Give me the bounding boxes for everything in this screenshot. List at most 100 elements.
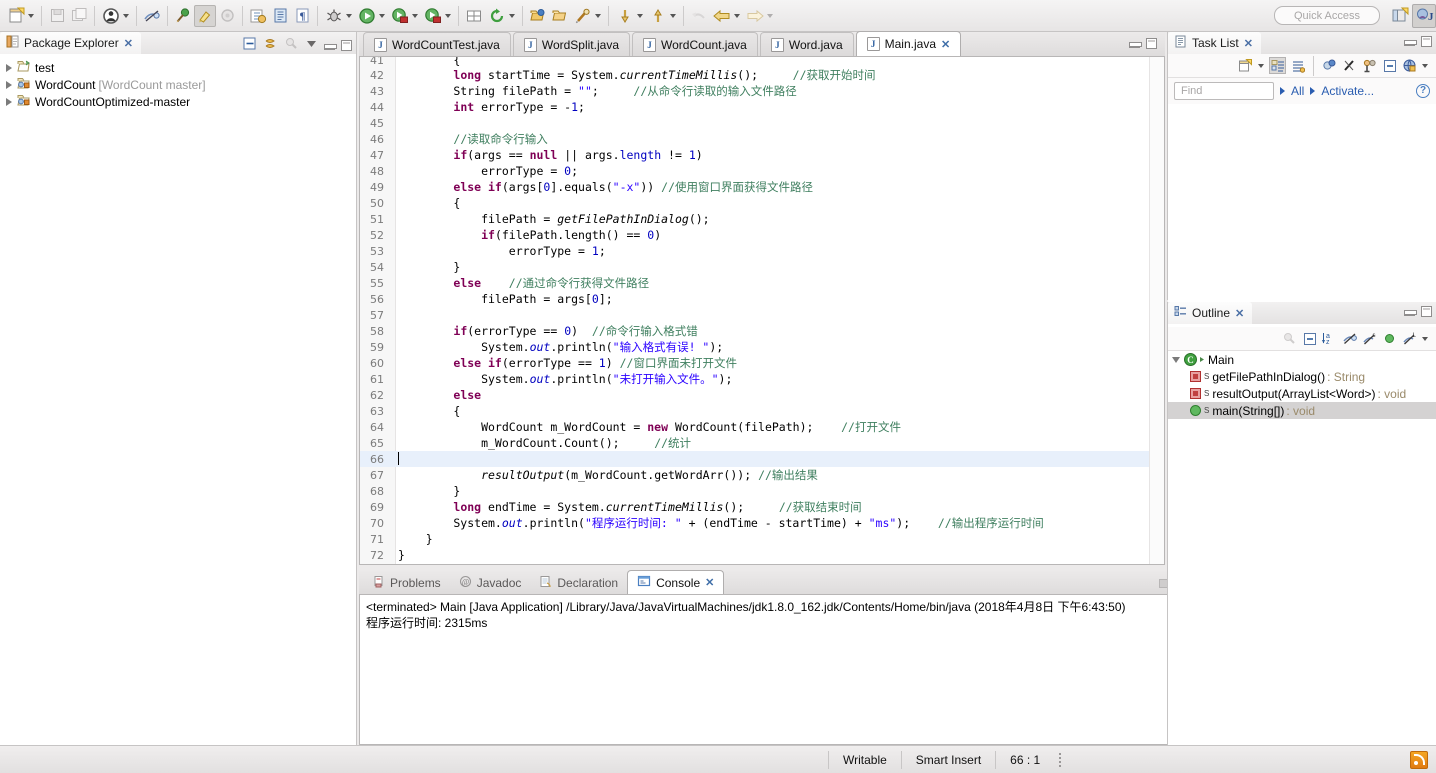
code-line-66[interactable]: 66 <box>360 451 1149 467</box>
task-activate-link[interactable]: Activate... <box>1321 84 1374 98</box>
view-menu-icon[interactable] <box>1422 63 1428 68</box>
next-annotation-icon[interactable] <box>614 5 636 27</box>
activate-arrow-icon[interactable] <box>1310 87 1316 95</box>
code-line-54[interactable]: 54 } <box>360 259 1149 275</box>
highlight-icon[interactable] <box>194 4 216 27</box>
code-line-60[interactable]: 60 else if(errorType == 1) //窗口界面未打开文件 <box>360 355 1149 371</box>
categorized-presentation-icon[interactable] <box>1269 57 1286 74</box>
maximize-icon[interactable] <box>1421 36 1432 47</box>
close-icon[interactable]: ✕ <box>1244 37 1253 50</box>
tab-outline[interactable]: Outline ✕ <box>1168 302 1253 324</box>
code-content[interactable]: 41 {42 long startTime = System.currentTi… <box>360 57 1149 564</box>
previous-annotation-icon[interactable] <box>647 5 669 27</box>
refresh-project-dropdown-arrow[interactable] <box>509 13 515 18</box>
code-line-67[interactable]: 67 resultOutput(m_WordCount.getWordArr()… <box>360 467 1149 483</box>
close-icon[interactable]: ✕ <box>941 38 950 51</box>
minimize-icon[interactable] <box>324 41 337 50</box>
outline-tree[interactable]: C Main SgetFilePathInDialog() : String Sres… <box>1168 351 1436 419</box>
code-line-56[interactable]: 56 filePath = args[0]; <box>360 291 1149 307</box>
code-line-69[interactable]: 69 long endTime = System.currentTimeMill… <box>360 499 1149 515</box>
maximize-icon[interactable] <box>1146 38 1157 49</box>
code-line-55[interactable]: 55 else //通过命令行获得文件路径 <box>360 275 1149 291</box>
code-line-59[interactable]: 59 System.out.println("输入格式有误! "); <box>360 339 1149 355</box>
outline-item-3[interactable]: Smain(String[]) : void <box>1168 402 1436 419</box>
run-dropdown-arrow[interactable] <box>379 13 385 18</box>
code-line-72[interactable]: 72} <box>360 547 1149 563</box>
help-icon[interactable]: ? <box>1416 84 1430 98</box>
user-profile-icon[interactable] <box>100 5 122 27</box>
code-line-43[interactable]: 43 String filePath = ""; //从命令行读取的输入文件路径 <box>360 83 1149 99</box>
editor-tab-wordsplit-java[interactable]: J WordSplit.java <box>512 32 630 56</box>
hide-static-icon[interactable]: s <box>1361 330 1378 347</box>
code-line-65[interactable]: 65 m_WordCount.Count(); //统计 <box>360 435 1149 451</box>
search-dropdown-arrow[interactable] <box>595 13 601 18</box>
editor-tab-wordcount-java[interactable]: J WordCount.java <box>632 32 758 56</box>
editor-tab-wordcounttest-java[interactable]: J WordCountTest.java <box>363 32 511 56</box>
run-icon[interactable] <box>356 5 378 27</box>
back-icon[interactable] <box>711 5 733 27</box>
hide-fields-icon[interactable] <box>141 5 163 27</box>
expand-triangle-icon[interactable] <box>6 80 12 89</box>
code-line-70[interactable]: 70 System.out.println("程序运行时间: " + (endT… <box>360 515 1149 531</box>
undo-history-icon[interactable] <box>688 5 710 27</box>
sort-icon[interactable]: az <box>1321 330 1338 347</box>
status-drag-handle[interactable] <box>1054 751 1066 769</box>
editor-tab-word-java[interactable]: J Word.java <box>759 32 854 56</box>
hide-local-types-icon[interactable]: L <box>1401 330 1418 347</box>
coverage-dropdown-arrow[interactable] <box>412 13 418 18</box>
paragraph-marks-icon[interactable]: ¶ <box>291 5 313 27</box>
code-line-53[interactable]: 53 errorType = 1; <box>360 243 1149 259</box>
back-dropdown-arrow[interactable] <box>734 13 740 18</box>
next-annotation-dropdown-arrow[interactable] <box>637 13 643 18</box>
link-with-editor-icon[interactable] <box>263 36 278 54</box>
refresh-project-icon[interactable] <box>486 5 508 27</box>
maximize-icon[interactable] <box>341 39 352 51</box>
code-line-71[interactable]: 71 } <box>360 531 1149 547</box>
code-line-64[interactable]: 64 WordCount m_WordCount = new WordCount… <box>360 419 1149 435</box>
task-repositories-icon[interactable] <box>1401 57 1418 74</box>
scheduled-presentation-icon[interactable] <box>1289 57 1306 74</box>
all-filter-arrow-icon[interactable] <box>1280 87 1285 95</box>
code-line-62[interactable]: 62 else <box>360 387 1149 403</box>
refresh-icon[interactable] <box>216 5 238 27</box>
new-task-dropdown-arrow[interactable] <box>1258 63 1264 68</box>
code-line-45[interactable]: 45 <box>360 115 1149 131</box>
profile-icon[interactable] <box>422 5 444 27</box>
debug-icon[interactable] <box>323 5 345 27</box>
tab-package-explorer[interactable]: Package Explorer ✕ <box>0 32 141 54</box>
minimize-icon[interactable] <box>1404 307 1417 316</box>
minimize-icon[interactable] <box>1404 37 1417 46</box>
save-all-icon[interactable] <box>68 5 90 27</box>
task-filter-all[interactable]: All <box>1291 84 1304 98</box>
collapse-all-icon[interactable] <box>1361 57 1378 74</box>
previous-annotation-dropdown-arrow[interactable] <box>670 13 676 18</box>
annotations-icon[interactable] <box>172 5 194 27</box>
code-line-47[interactable]: 47 if(args == null || args.length != 1) <box>360 147 1149 163</box>
tree-item-test[interactable]: test <box>0 59 356 76</box>
code-line-48[interactable]: 48 errorType = 0; <box>360 163 1149 179</box>
code-line-42[interactable]: 42 long startTime = System.currentTimeMi… <box>360 67 1149 83</box>
collapse-all-icon[interactable] <box>1301 330 1318 347</box>
code-line-52[interactable]: 52 if(filePath.length() == 0) <box>360 227 1149 243</box>
maximize-icon[interactable] <box>1421 306 1432 317</box>
focus-on-workweek-icon[interactable] <box>1341 57 1358 74</box>
close-icon[interactable]: ✕ <box>1235 307 1244 320</box>
close-icon[interactable]: ✕ <box>705 576 714 589</box>
code-line-61[interactable]: 61 System.out.println("未打开输入文件。"); <box>360 371 1149 387</box>
profile-dropdown-arrow[interactable] <box>123 13 129 18</box>
forward-icon[interactable] <box>744 5 766 27</box>
focus-icon[interactable] <box>284 36 299 54</box>
code-line-51[interactable]: 51 filePath = getFilePathInDialog(); <box>360 211 1149 227</box>
quick-access-input[interactable]: Quick Access <box>1274 6 1380 25</box>
open-perspective-icon[interactable] <box>1388 4 1412 28</box>
code-line-50[interactable]: 50 { <box>360 195 1149 211</box>
code-line-68[interactable]: 68 } <box>360 483 1149 499</box>
open-task-icon[interactable] <box>247 5 269 27</box>
java-perspective-icon[interactable]: J <box>1412 3 1436 28</box>
console-tab-console[interactable]: Console ✕ <box>627 570 725 594</box>
expand-triangle-icon[interactable] <box>6 63 12 72</box>
hide-non-public-icon[interactable] <box>1341 330 1358 347</box>
console-tab-problems[interactable]: Problems <box>363 571 450 594</box>
print-preview-icon[interactable] <box>269 5 291 27</box>
outline-item-0[interactable]: C Main <box>1168 351 1436 368</box>
